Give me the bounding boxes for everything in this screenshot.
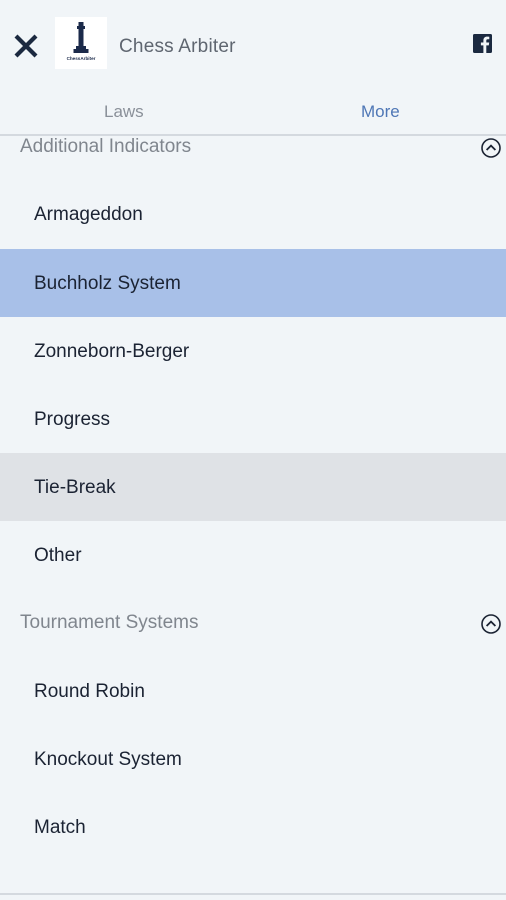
list-item-label: Knockout System	[34, 749, 182, 770]
section-title: Additional Indicators	[20, 136, 192, 157]
list-item-label: Tie-Break	[34, 477, 116, 498]
list-item-label: Other	[34, 545, 82, 566]
list-item-label: Armageddon	[34, 204, 143, 225]
list-item-other[interactable]: Other	[0, 521, 506, 589]
section-header-tournament-systems[interactable]: Tournament Systems	[0, 612, 506, 646]
section-header-additional-indicators[interactable]: Additional Indicators	[0, 136, 506, 170]
section-title: Tournament Systems	[20, 612, 199, 633]
collapse-button[interactable]	[480, 137, 502, 159]
tab-laws[interactable]: Laws	[104, 102, 144, 122]
list-item-label: Progress	[34, 409, 111, 430]
tab-bar: Laws More	[0, 92, 506, 134]
list-item-match[interactable]: Match	[0, 793, 506, 861]
chevron-up-circle-icon	[481, 614, 501, 634]
app-header: ChessArbiter Chess Arbiter	[0, 0, 506, 90]
list-item-label: Round Robin	[34, 681, 145, 702]
list-item-tie-break[interactable]: Tie-Break	[0, 453, 506, 521]
list-item-buchholz-system[interactable]: Buchholz System	[0, 249, 506, 317]
facebook-icon	[473, 34, 492, 53]
close-button[interactable]	[12, 33, 40, 59]
close-icon	[14, 34, 38, 58]
list-item-armageddon[interactable]: Armageddon	[0, 180, 506, 248]
app-title: Chess Arbiter	[119, 36, 236, 57]
tab-more[interactable]: More	[361, 102, 400, 122]
list-item-label: Zonneborn-Berger	[34, 341, 190, 362]
app-logo: ChessArbiter	[55, 17, 107, 69]
chevron-up-circle-icon	[481, 138, 501, 158]
list-item-zonneborn-berger[interactable]: Zonneborn-Berger	[0, 317, 506, 385]
svg-text:ChessArbiter: ChessArbiter	[67, 56, 96, 61]
logo-caption: ChessArbiter	[67, 56, 96, 61]
list-item-label: Match	[34, 817, 86, 838]
list-item-label: Buchholz System	[34, 273, 181, 294]
collapse-button[interactable]	[480, 613, 502, 635]
bottom-divider	[0, 893, 506, 895]
list-item-knockout-system[interactable]: Knockout System	[0, 725, 506, 793]
list-item-round-robin[interactable]: Round Robin	[0, 657, 506, 725]
list-item-progress[interactable]: Progress	[0, 385, 506, 453]
facebook-button[interactable]	[473, 34, 492, 53]
